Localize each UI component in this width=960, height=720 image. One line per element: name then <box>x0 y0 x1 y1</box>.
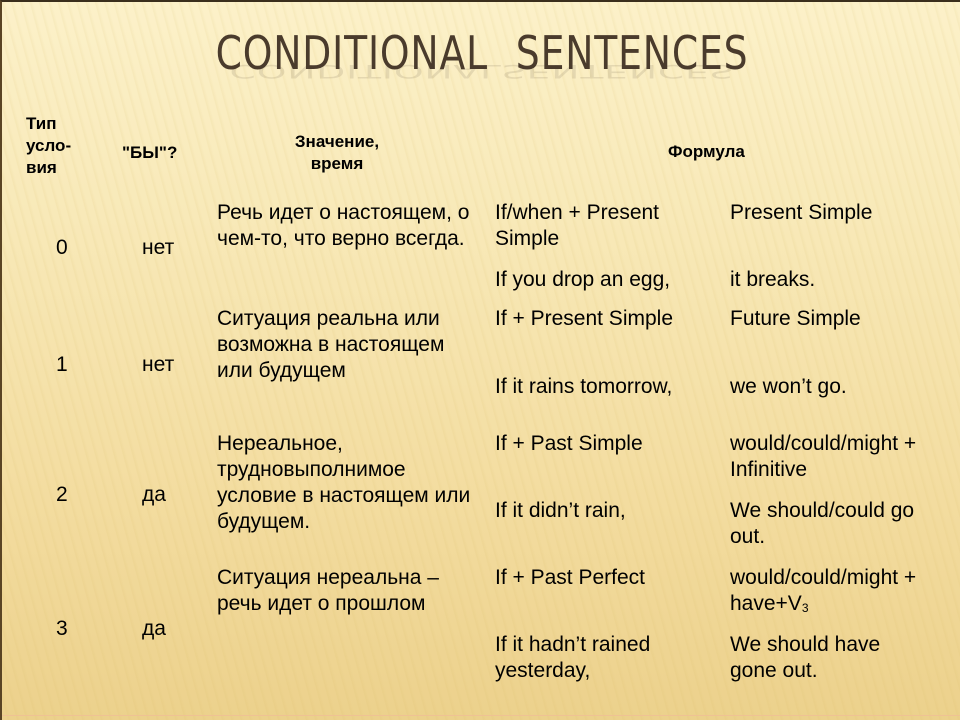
row-0-formula-if: If/when + Present Simple <box>495 201 660 250</box>
header-formula: Формула <box>668 142 745 161</box>
slide-title: CONDITIONAL SENTENCES <box>88 26 875 80</box>
row-2-example-if: If it didn’t rain, <box>495 499 626 522</box>
row-2-formula-if: If + Past Simple <box>495 432 643 455</box>
row-3-example-if: If it hadn’t rained yesterday, <box>495 633 651 682</box>
subscript-3: 3 <box>801 601 809 615</box>
title-word-1: CONDITIONAL <box>215 26 488 80</box>
row-0-formula-main: Present Simple <box>730 201 873 224</box>
header-by: "БЫ"? <box>122 143 178 162</box>
row-1-formula-if: If + Present Simple <box>495 307 673 330</box>
header-meaning: Значение, время <box>294 132 380 173</box>
row-3-type: 3 <box>56 617 68 640</box>
title-word-2: SENTENCES <box>515 26 749 80</box>
row-1-by: нет <box>142 353 175 376</box>
row-1-example-if: If it rains tomorrow, <box>495 375 673 398</box>
row-1-type: 1 <box>56 353 68 376</box>
row-0-by: нет <box>142 236 175 259</box>
row-1-example-main: we won’t go. <box>730 375 847 398</box>
row-0-example-main: it breaks. <box>730 268 816 291</box>
row-0-type: 0 <box>56 236 68 259</box>
row-2-formula-main: would/could/might + Infinitive <box>730 432 917 481</box>
row-0-meaning: Речь идет о настоящем, о чем-то, что вер… <box>217 201 470 250</box>
row-2-meaning: Нереальное, трудновыполнимое условие в н… <box>217 432 471 533</box>
row-0-example-if: If you drop an egg, <box>495 268 671 291</box>
row-3-meaning: Ситуация нереальна – речь идет о прошлом <box>217 566 439 615</box>
header-type: Тип усло- вия <box>26 114 72 177</box>
slide: CONDITIONAL SENTENCES CONDITIONAL SENTENCE… <box>0 0 960 720</box>
row-1-meaning: Ситуация реальна или возможна в настояще… <box>217 307 445 382</box>
row-3-by: да <box>142 617 166 640</box>
row-2-example-main: We should/could go out. <box>730 499 915 548</box>
row-2-by: да <box>142 483 166 506</box>
row-3-formula-if: If + Past Perfect <box>495 566 645 589</box>
row-2-type: 2 <box>56 483 68 506</box>
row-3-example-main: We should have gone out. <box>730 633 881 682</box>
row-1-formula-main: Future Simple <box>730 307 861 330</box>
row-3-formula-main: would/could/might + have+V3 <box>730 566 917 615</box>
